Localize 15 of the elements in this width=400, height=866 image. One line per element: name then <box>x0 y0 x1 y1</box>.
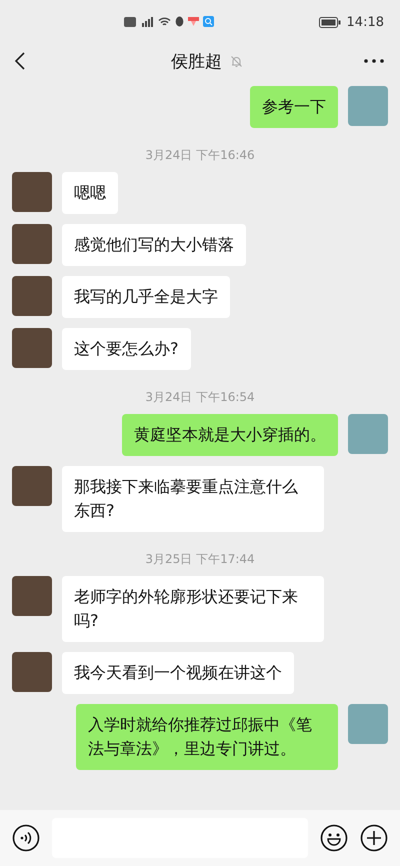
timestamp: 3月25日 下午17:44 <box>145 552 255 566</box>
timestamp: 3月24日 下午16:54 <box>145 390 255 404</box>
message-bubble[interactable]: 我写的几乎全是大字 <box>62 276 230 318</box>
message-bubble[interactable]: 嗯嗯 <box>62 172 118 214</box>
clock-time: 14:18 <box>346 14 384 30</box>
message-bubble[interactable]: 感觉他们写的大小错落 <box>62 224 246 266</box>
message-bubble[interactable]: 老师字的外轮廓形状还要记下来吗? <box>62 576 324 642</box>
message-bubble[interactable]: 我今天看到一个视频在讲这个 <box>62 652 294 694</box>
message-bubble[interactable]: 黄庭坚本就是大小穿插的。 <box>122 414 338 456</box>
message-bubble[interactable]: 入学时就给你推荐过邱振中《笔法与章法》，里边专门讲过。 <box>76 704 338 770</box>
timestamp: 3月24日 下午16:46 <box>145 148 255 162</box>
message-bubble[interactable]: 这个要怎么办? <box>62 328 190 370</box>
message-bubble[interactable]: 那我接下来临摹要重点注意什么东西? <box>62 466 324 532</box>
message-bubble[interactable]: 参考一下 <box>250 86 338 128</box>
chat-title: 侯胜超 <box>171 50 222 72</box>
